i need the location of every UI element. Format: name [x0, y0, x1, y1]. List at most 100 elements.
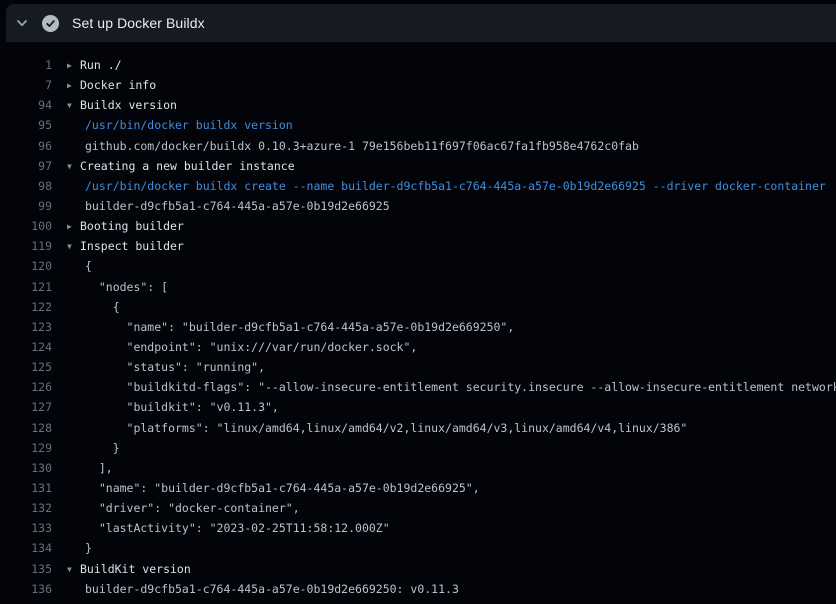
- line-number[interactable]: 119: [0, 236, 52, 256]
- line-number[interactable]: 129: [0, 438, 52, 458]
- log-line: 124 "endpoint": "unix:///var/run/docker.…: [0, 337, 836, 357]
- log-text-line: /usr/bin/docker buildx create --name bui…: [67, 176, 826, 196]
- line-number[interactable]: 98: [0, 176, 52, 196]
- line-number[interactable]: 132: [0, 498, 52, 518]
- log-text-line: {: [67, 297, 120, 317]
- log-text-line: "nodes": [: [67, 277, 168, 297]
- line-number[interactable]: 7: [0, 75, 52, 95]
- log-text-line: github.com/docker/buildx 0.10.3+azure-1 …: [67, 136, 639, 156]
- log-text-line: "buildkit": "v0.11.3",: [67, 397, 279, 417]
- line-number[interactable]: 130: [0, 458, 52, 478]
- log-text: }: [85, 441, 120, 455]
- line-number[interactable]: 125: [0, 357, 52, 377]
- log-line: 95/usr/bin/docker buildx version: [0, 115, 836, 135]
- log-line: 123 "name": "builder-d9cfb5a1-c764-445a-…: [0, 317, 836, 337]
- group-label: Run ./: [80, 58, 122, 72]
- line-number[interactable]: 122: [0, 297, 52, 317]
- log-text-line: ],: [67, 458, 113, 478]
- caret-down-icon[interactable]: ▼: [67, 96, 80, 115]
- caret-down-icon[interactable]: ▼: [67, 237, 80, 256]
- line-number[interactable]: 99: [0, 196, 52, 216]
- line-number[interactable]: 97: [0, 156, 52, 176]
- caret-right-icon[interactable]: ▶: [67, 56, 80, 75]
- log-text: }: [85, 541, 92, 555]
- log-line: 127 "buildkit": "v0.11.3",: [0, 397, 836, 417]
- log-text: "driver": "docker-container",: [85, 501, 300, 515]
- log-text-line: {: [67, 256, 92, 276]
- log-line: 134}: [0, 538, 836, 558]
- log-text: builder-d9cfb5a1-c764-445a-a57e-0b19d2e6…: [85, 199, 390, 213]
- actions-log-page: Set up Docker Buildx 1▶Run ./7▶Docker in…: [0, 0, 836, 604]
- log-line: 132 "driver": "docker-container",: [0, 498, 836, 518]
- group-label: Docker info: [80, 78, 156, 92]
- log-text: "nodes": [: [85, 280, 168, 294]
- caret-right-icon[interactable]: ▶: [67, 217, 80, 236]
- line-number[interactable]: 120: [0, 256, 52, 276]
- log-group-header[interactable]: ▶Docker info: [67, 75, 156, 95]
- line-number[interactable]: 94: [0, 95, 52, 115]
- line-number[interactable]: 128: [0, 418, 52, 438]
- caret-right-icon[interactable]: ▶: [67, 76, 80, 95]
- log-line: 130 ],: [0, 458, 836, 478]
- caret-down-icon[interactable]: ▼: [67, 560, 80, 579]
- group-label: Buildx version: [80, 98, 177, 112]
- log-line: 121 "nodes": [: [0, 277, 836, 297]
- log-group-header[interactable]: ▼Inspect builder: [67, 236, 184, 256]
- group-label: Creating a new builder instance: [80, 159, 295, 173]
- log-text-line: builder-d9cfb5a1-c764-445a-a57e-0b19d2e6…: [67, 196, 390, 216]
- line-number[interactable]: 95: [0, 115, 52, 135]
- line-number[interactable]: 136: [0, 579, 52, 599]
- log-line: 126 "buildkitd-flags": "--allow-insecure…: [0, 377, 836, 397]
- line-number[interactable]: 121: [0, 277, 52, 297]
- group-label: Inspect builder: [80, 239, 184, 253]
- log-text: "buildkit": "v0.11.3",: [85, 400, 279, 414]
- log-text-line: "name": "builder-d9cfb5a1-c764-445a-a57e…: [67, 317, 514, 337]
- caret-down-icon[interactable]: ▼: [67, 157, 80, 176]
- log-text-line: "buildkitd-flags": "--allow-insecure-ent…: [67, 377, 836, 397]
- log-group-header[interactable]: ▼Creating a new builder instance: [67, 156, 295, 176]
- step-header[interactable]: Set up Docker Buildx: [6, 4, 836, 42]
- log-line: 122 {: [0, 297, 836, 317]
- log-text-line: "platforms": "linux/amd64,linux/amd64/v2…: [67, 418, 687, 438]
- line-number[interactable]: 126: [0, 377, 52, 397]
- line-number[interactable]: 96: [0, 136, 52, 156]
- log-text: "buildkitd-flags": "--allow-insecure-ent…: [85, 380, 836, 394]
- log-lines: 1▶Run ./7▶Docker info94▼Buildx version95…: [0, 55, 836, 599]
- line-number[interactable]: 123: [0, 317, 52, 337]
- line-number[interactable]: 127: [0, 397, 52, 417]
- line-number[interactable]: 131: [0, 478, 52, 498]
- log-group-header[interactable]: ▼Buildx version: [67, 95, 177, 115]
- line-number[interactable]: 133: [0, 518, 52, 538]
- log-text-line: /usr/bin/docker buildx version: [67, 115, 293, 135]
- log-line: 7 ▶Docker info: [0, 75, 836, 95]
- log-line: 120 {: [0, 256, 836, 276]
- line-number[interactable]: 100: [0, 216, 52, 236]
- log-text-line: "name": "builder-d9cfb5a1-c764-445a-a57e…: [67, 478, 480, 498]
- group-label: Booting builder: [80, 219, 184, 233]
- log-text-line: }: [67, 438, 120, 458]
- log-line: 136 builder-d9cfb5a1-c764-445a-a57e-0b19d…: [0, 579, 836, 599]
- log-text: "endpoint": "unix:///var/run/docker.sock…: [85, 340, 417, 354]
- log-group-header[interactable]: ▼BuildKit version: [67, 559, 191, 579]
- line-number[interactable]: 1: [0, 55, 52, 75]
- log-line: 125 "status": "running",: [0, 357, 836, 377]
- log-text-line: }: [67, 538, 92, 558]
- log-text: "lastActivity": "2023-02-25T11:58:12.000…: [85, 521, 390, 535]
- line-number[interactable]: 124: [0, 337, 52, 357]
- log-group-header[interactable]: ▶Booting builder: [67, 216, 184, 236]
- log-line: 94 ▼Buildx version: [0, 95, 836, 115]
- log-text: /usr/bin/docker buildx create --name bui…: [85, 179, 826, 193]
- line-number[interactable]: 134: [0, 538, 52, 558]
- log-text: github.com/docker/buildx 0.10.3+azure-1 …: [85, 139, 639, 153]
- log-line: 119 ▼Inspect builder: [0, 236, 836, 256]
- log-line: 129 }: [0, 438, 836, 458]
- log-line: 135 ▼BuildKit version: [0, 559, 836, 579]
- line-number[interactable]: 135: [0, 559, 52, 579]
- log-text: "name": "builder-d9cfb5a1-c764-445a-a57e…: [85, 320, 514, 334]
- log-line: 1 ▶Run ./: [0, 55, 836, 75]
- chevron-down-icon[interactable]: [15, 16, 29, 30]
- log-text: builder-d9cfb5a1-c764-445a-a57e-0b19d2e6…: [85, 582, 459, 596]
- log-line: 97 ▼Creating a new builder instance: [0, 156, 836, 176]
- group-label: BuildKit version: [80, 562, 191, 576]
- log-group-header[interactable]: ▶Run ./: [67, 55, 122, 75]
